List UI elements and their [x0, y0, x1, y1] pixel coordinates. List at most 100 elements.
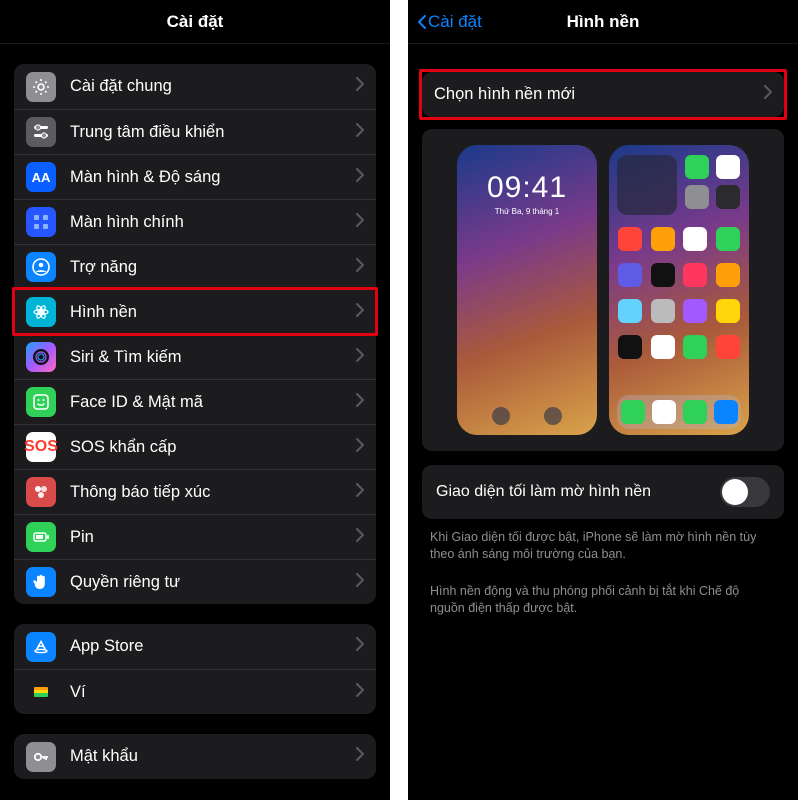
settings-row-home[interactable]: Màn hình chính: [14, 199, 376, 244]
app-icon: [683, 299, 707, 323]
row-label: SOS khẩn cấp: [70, 438, 356, 457]
chevron-right-icon: [356, 123, 364, 142]
app-icon: [618, 299, 642, 323]
highlight-wallpaper-row: [12, 287, 378, 336]
app-icon: [683, 335, 707, 359]
row-label: Trung tâm điều khiển: [70, 123, 356, 142]
footer-note-2: Hình nền động và thu phóng phối cảnh bị …: [408, 573, 798, 627]
row-label: Ví: [70, 683, 356, 702]
appstore-icon: [26, 632, 56, 662]
passwords-icon: [26, 742, 56, 772]
highlight-choose-row: [419, 69, 787, 120]
exposure-icon: [26, 477, 56, 507]
lockscreen-preview[interactable]: 09:41 Thứ Ba, 9 tháng 1: [457, 145, 597, 435]
settings-row-wallet[interactable]: Ví: [14, 669, 376, 714]
row-label: Quyền riêng tư: [70, 573, 356, 592]
dark-dim-label: Giao diện tối làm mờ hình nền: [436, 483, 720, 501]
row-label: Màn hình chính: [70, 213, 356, 232]
chevron-right-icon: [356, 393, 364, 412]
navbar: Cài đặt: [0, 0, 390, 44]
chevron-right-icon: [356, 483, 364, 502]
app-icon: [716, 155, 740, 179]
app-icon: [716, 299, 740, 323]
wallpaper-content: Chọn hình nền mới 09:41 Thứ Ba, 9 tháng …: [408, 44, 798, 800]
settings-row-battery[interactable]: Pin: [14, 514, 376, 559]
row-label: Mật khẩu: [70, 747, 356, 766]
app-icon: [618, 335, 642, 359]
app-icon: [685, 155, 709, 179]
chevron-right-icon: [356, 258, 364, 277]
page-title: Hình nền: [567, 12, 640, 32]
settings-row-general[interactable]: Cài đặt chung: [14, 64, 376, 109]
row-label: Thông báo tiếp xúc: [70, 483, 356, 502]
chevron-right-icon: [356, 637, 364, 656]
general-icon: [26, 72, 56, 102]
settings-group: Mật khẩu: [14, 734, 376, 779]
row-label: Siri & Tìm kiếm: [70, 348, 356, 367]
home-icon: [26, 207, 56, 237]
dock: [617, 395, 741, 429]
lock-date: Thứ Ba, 9 tháng 1: [457, 207, 597, 216]
dark-dim-row: Giao diện tối làm mờ hình nền: [422, 465, 784, 519]
row-label: Màn hình & Độ sáng: [70, 168, 356, 187]
row-label: Pin: [70, 528, 356, 547]
camera-icon: [544, 407, 562, 425]
dark-dim-toggle[interactable]: [720, 477, 770, 507]
settings-group: App Store Ví: [14, 624, 376, 714]
battery-icon: [26, 522, 56, 552]
app-icon: [651, 227, 675, 251]
sos-icon: SOS: [26, 432, 56, 462]
app-icon: [651, 335, 675, 359]
display-icon: AA: [26, 162, 56, 192]
page-title: Cài đặt: [167, 12, 224, 32]
access-icon: [26, 252, 56, 282]
app-icon: [618, 263, 642, 287]
app-icon: [716, 335, 740, 359]
row-label: Cài đặt chung: [70, 77, 356, 96]
chevron-right-icon: [356, 77, 364, 96]
privacy-icon: [26, 567, 56, 597]
chevron-right-icon: [356, 528, 364, 547]
back-button[interactable]: Cài đặt: [418, 0, 482, 44]
navbar: Cài đặt Hình nền: [408, 0, 798, 44]
settings-row-faceid[interactable]: Face ID & Mật mã: [14, 379, 376, 424]
lock-clock: 09:41: [457, 171, 597, 205]
faceid-icon: [26, 387, 56, 417]
settings-row-display[interactable]: AA Màn hình & Độ sáng: [14, 154, 376, 199]
wallpaper-screen: Cài đặt Hình nền Chọn hình nền mới 09:41…: [408, 0, 798, 800]
app-icon: [651, 263, 675, 287]
settings-row-siri[interactable]: Siri & Tìm kiếm: [14, 334, 376, 379]
row-label: App Store: [70, 637, 356, 656]
control-icon: [26, 117, 56, 147]
chevron-right-icon: [356, 348, 364, 367]
chevron-right-icon: [356, 168, 364, 187]
settings-row-exposure[interactable]: Thông báo tiếp xúc: [14, 469, 376, 514]
settings-list[interactable]: Cài đặt chung Trung tâm điều khiển AA Màn h…: [0, 44, 390, 800]
app-icon: [716, 185, 740, 209]
chevron-right-icon: [356, 683, 364, 702]
settings-row-privacy[interactable]: Quyền riêng tư: [14, 559, 376, 604]
settings-row-access[interactable]: Trợ năng: [14, 244, 376, 289]
back-label: Cài đặt: [428, 12, 482, 32]
app-icon: [683, 263, 707, 287]
app-icon: [618, 227, 642, 251]
app-icon: [651, 299, 675, 323]
siri-icon: [26, 342, 56, 372]
footer-note-1: Khi Giao diện tối được bật, iPhone sẽ là…: [408, 519, 798, 573]
settings-row-sos[interactable]: SOS SOS khẩn cấp: [14, 424, 376, 469]
chevron-right-icon: [356, 213, 364, 232]
row-label: Trợ năng: [70, 258, 356, 277]
settings-row-passwords[interactable]: Mật khẩu: [14, 734, 376, 779]
wallet-icon: [26, 677, 56, 707]
app-icon: [716, 263, 740, 287]
chevron-right-icon: [356, 747, 364, 766]
settings-row-control[interactable]: Trung tâm điều khiển: [14, 109, 376, 154]
flashlight-icon: [492, 407, 510, 425]
settings-screen: Cài đặt Cài đặt chung Trung tâm điều khiể…: [0, 0, 390, 800]
row-label: Face ID & Mật mã: [70, 393, 356, 412]
settings-row-appstore[interactable]: App Store: [14, 624, 376, 669]
app-icon: [685, 185, 709, 209]
homescreen-preview[interactable]: [609, 145, 749, 435]
weather-widget: [617, 155, 677, 215]
app-icon: [716, 227, 740, 251]
